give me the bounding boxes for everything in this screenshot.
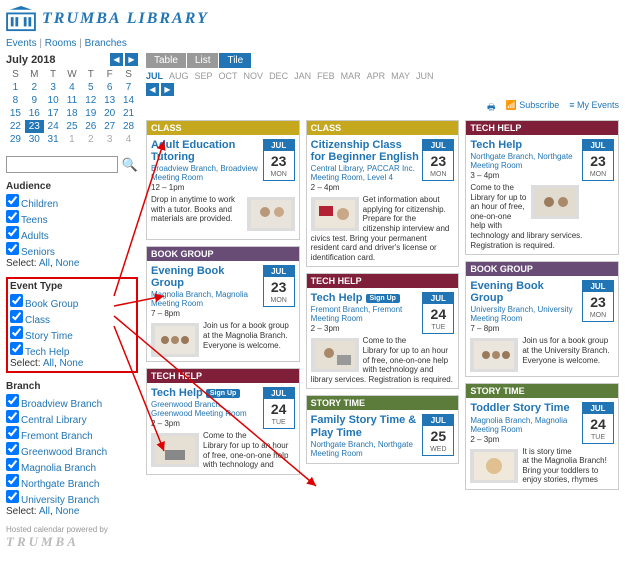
my-events-link[interactable]: ≡ My Events bbox=[569, 100, 619, 116]
month-prev[interactable]: ◀ bbox=[146, 83, 159, 96]
event-card[interactable]: STORY TIME JUL25WED Family Story Time & … bbox=[306, 395, 460, 464]
event-thumb bbox=[151, 323, 199, 357]
mini-calendar: SMTWTFS 1234567 891011121314 15161718192… bbox=[6, 68, 138, 146]
filter-branch: Branch Broadview Branch Central Library … bbox=[6, 381, 138, 517]
event-card[interactable]: STORY TIME JUL24TUE Toddler Story Time M… bbox=[465, 383, 619, 489]
signup-badge[interactable]: Sign Up bbox=[366, 294, 400, 303]
event-card[interactable]: TECH HELP JUL24TUE Tech Help Sign Up Fre… bbox=[306, 273, 460, 389]
event-thumb bbox=[311, 197, 359, 231]
filter-event-type: Event Type Book Group Class Story Time T… bbox=[6, 277, 138, 373]
event-card[interactable]: CLASS JUL23MON Citizenship Class for Beg… bbox=[306, 120, 460, 267]
event-thumb bbox=[311, 338, 359, 372]
powered-by: Hosted calendar powered by TRUMBA bbox=[6, 525, 138, 550]
event-thumb bbox=[531, 185, 579, 219]
view-list[interactable]: List bbox=[187, 53, 219, 68]
event-card[interactable]: CLASS JUL23MON Adult Education Tutoring … bbox=[146, 120, 300, 240]
subscribe-link[interactable]: 📶 Subscribe bbox=[505, 100, 559, 116]
cal-next[interactable]: ▶ bbox=[125, 53, 138, 66]
event-card[interactable]: TECH HELP JUL24TUE Tech Help Sign Up Gre… bbox=[146, 368, 300, 474]
print-icon[interactable]: 🖶 bbox=[487, 100, 496, 116]
signup-badge[interactable]: Sign Up bbox=[206, 389, 240, 398]
event-card[interactable]: TECH HELP JUL23MON Tech Help Northgate B… bbox=[465, 120, 619, 255]
event-card[interactable]: BOOK GROUP JUL23MON Evening Book Group M… bbox=[146, 246, 300, 362]
brand-text: TRUMBA LIBRARY bbox=[42, 10, 209, 28]
nav-links: Events | Rooms | Branches bbox=[6, 38, 619, 49]
event-thumb bbox=[247, 197, 295, 231]
view-table[interactable]: Table bbox=[146, 53, 186, 68]
view-tile[interactable]: Tile bbox=[219, 53, 251, 68]
cal-prev[interactable]: ◀ bbox=[110, 53, 123, 66]
library-icon bbox=[6, 6, 36, 32]
date-badge: JUL23MON bbox=[263, 139, 295, 181]
brand-logo: TRUMBA LIBRARY bbox=[6, 6, 619, 32]
nav-branches[interactable]: Branches bbox=[85, 38, 127, 49]
event-thumb bbox=[151, 433, 199, 467]
event-thumb bbox=[470, 449, 518, 483]
event-thumb bbox=[470, 338, 518, 372]
nav-rooms[interactable]: Rooms bbox=[45, 38, 77, 49]
calendar-title: July 2018 bbox=[6, 54, 56, 66]
month-strip: JUL AUG SEP OCT NOV DEC JAN FEB MAR APR … bbox=[146, 71, 619, 81]
nav-events[interactable]: Events bbox=[6, 38, 37, 49]
filter-audience: Audience Children Teens Adults Seniors S… bbox=[6, 181, 138, 269]
search-icon[interactable]: 🔍 bbox=[122, 157, 138, 173]
search-input[interactable] bbox=[6, 156, 118, 173]
month-next[interactable]: ▶ bbox=[161, 83, 174, 96]
event-card[interactable]: BOOK GROUP JUL23MON Evening Book Group U… bbox=[465, 261, 619, 377]
